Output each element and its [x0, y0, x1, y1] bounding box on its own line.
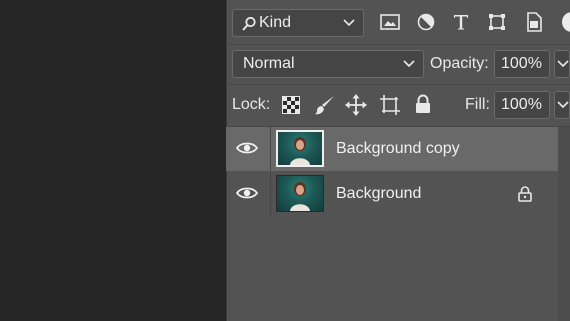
eye-icon[interactable]	[236, 186, 258, 200]
opacity-value: 100%	[501, 55, 542, 72]
pixel-layer-filter-icon[interactable]	[380, 13, 400, 31]
lock-label: Lock:	[232, 96, 271, 113]
eye-icon[interactable]	[236, 141, 258, 155]
search-icon	[242, 16, 256, 31]
layer-thumbnail[interactable]	[276, 175, 324, 212]
lock-transparent-pixels-icon[interactable]	[282, 96, 300, 114]
canvas-area[interactable]	[0, 0, 226, 321]
chevron-down-icon	[403, 60, 415, 68]
opacity-slider-button[interactable]	[554, 50, 570, 78]
layer-divider	[270, 127, 271, 171]
blend-mode-label: Normal	[243, 55, 295, 72]
blend-opacity-bar: Normal Opacity: 100%	[226, 44, 570, 85]
adjustment-layer-filter-icon[interactable]	[417, 13, 435, 31]
chevron-down-icon	[343, 19, 355, 27]
opacity-label: Opacity:	[430, 55, 489, 72]
lock-icon[interactable]	[518, 186, 532, 202]
lock-position-icon[interactable]	[345, 94, 367, 116]
shape-layer-filter-icon[interactable]	[488, 13, 506, 31]
filter-kind-dropdown[interactable]: Kind	[232, 9, 364, 37]
layer-name: Background copy	[336, 140, 460, 157]
lock-artboard-icon[interactable]	[379, 94, 401, 116]
fill-input[interactable]: 100%	[494, 91, 550, 119]
layer-thumbnail[interactable]	[276, 130, 324, 167]
fill-slider-button[interactable]	[554, 91, 570, 119]
filter-toggle-icon[interactable]	[560, 10, 570, 34]
layer-row-background[interactable]: Background	[226, 172, 558, 216]
chevron-down-icon	[557, 101, 569, 109]
portrait-thumbnail-icon	[290, 137, 310, 165]
fill-value: 100%	[501, 96, 542, 113]
filter-kind-label: Kind	[259, 14, 292, 31]
lock-image-pixels-icon[interactable]	[314, 94, 336, 116]
lock-all-icon[interactable]	[414, 94, 432, 114]
type-layer-filter-icon[interactable]	[452, 13, 470, 31]
chevron-down-icon	[557, 60, 569, 68]
portrait-thumbnail-icon	[290, 182, 310, 211]
layer-divider	[270, 172, 271, 216]
fill-label: Fill:	[465, 96, 490, 113]
layer-name: Background	[336, 185, 422, 202]
layers-scrollbar[interactable]	[558, 127, 570, 321]
blend-mode-dropdown[interactable]: Normal	[232, 50, 424, 78]
layer-filter-bar: Kind	[226, 0, 570, 45]
smart-object-filter-icon[interactable]	[526, 12, 542, 32]
opacity-input[interactable]: 100%	[494, 50, 550, 78]
layer-row-background-copy[interactable]: Background copy	[226, 127, 558, 171]
lock-fill-bar: Lock: Fill: 100%	[226, 84, 570, 127]
